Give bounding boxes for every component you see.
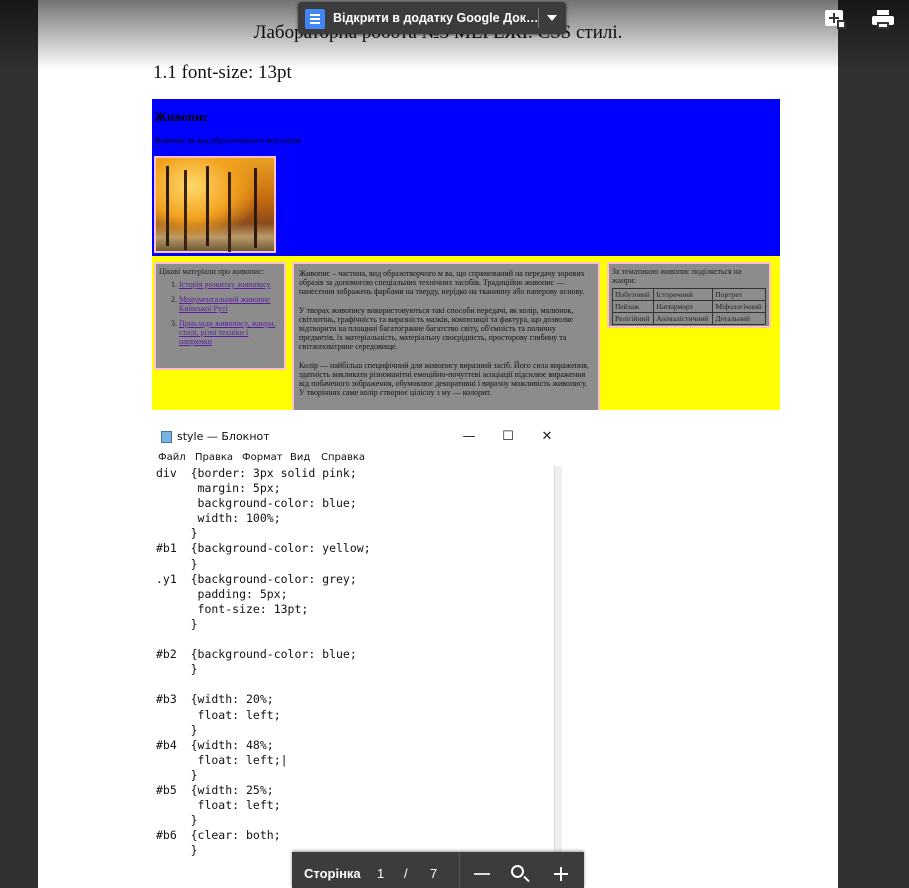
zoom-in-icon-vertical [560,867,562,881]
chevron-down-icon[interactable] [547,15,557,21]
link-monumental[interactable]: Монументальний живопис Київської Русі [179,295,270,313]
table-cell: Міфологічний [712,300,766,313]
rendered-left-block: Цікаві матеріали про живопис: Історія ро… [154,262,286,370]
close-button[interactable]: ✕ [532,427,562,447]
right-block-intro: За тематикою живопис поділяється на жанр… [612,267,742,285]
pdf-viewer: Лабораторна робота №3 МЕРЕЖІ. CSS стилі.… [0,0,909,888]
links-list: Історія розвитку живопису Монументальний… [159,280,281,346]
current-page-input[interactable]: 1 [377,866,384,881]
table-cell: Пейзаж [611,300,655,313]
table-cell: Портрет [712,288,766,301]
page-navigation: Сторінка 1 / 7 [292,852,584,888]
table-cell: Анімалістичний [653,312,714,325]
page-label: Сторінка [304,866,361,881]
menu-edit[interactable]: Правка [195,452,233,463]
zoom-out-icon[interactable] [474,873,490,875]
genres-table: Побутовий Історичний Портрет Пейзаж Натю… [611,288,766,325]
menu-format[interactable]: Формат [242,452,283,463]
google-docs-icon [305,9,325,29]
table-row: Релігійний Анімалістичний Детальний [611,312,766,325]
notepad-screenshot: style — Блокнот — ☐ ✕ Файл Правка Формат… [148,424,562,888]
rendered-center-block: Живопис – частина, вид образотворчого м … [292,262,600,410]
menu-file[interactable]: Файл [158,452,186,463]
zoom-icon[interactable] [511,865,524,878]
link-history[interactable]: Історія розвитку живопису [179,280,271,289]
maximize-button[interactable]: ☐ [493,427,523,447]
open-in-google-docs-button[interactable]: Відкрити в додатку Google Док… [298,2,566,34]
rendered-lead: Живопис як вид образотворчого мистецтва [154,136,301,145]
notepad-titlebar: style — Блокнот — ☐ ✕ [148,424,562,450]
total-pages: 7 [430,866,438,881]
paragraph: Колір — найбільш специфічний для живопис… [299,361,589,397]
rendered-header-block: Живопис Живопис як вид образотворчого ми… [152,99,780,256]
autumn-painting-image [154,156,276,253]
document-subtitle: 1.1 font-size: 13pt [153,62,292,83]
divider [538,8,539,28]
table-row: Побутовий Історичний Портрет [611,288,766,301]
table-row: Пейзаж Натюрморт Міфологічний [611,300,766,313]
rendered-page-screenshot: Живопис Живопис як вид образотворчого ми… [152,99,780,410]
rendered-right-block: За тематикою живопис поділяється на жанр… [607,262,771,328]
notepad-icon [161,431,172,443]
paragraph: Живопис – частина, вид образотворчого м … [299,269,585,296]
open-button-label: Відкрити в додатку Google Док… [333,11,539,25]
table-cell: Історичний [653,288,714,301]
paragraph: У творах живопису використовуються такі … [299,306,574,351]
link-examples[interactable]: Приклади живопису, жанри, стилі, різні т… [179,319,275,346]
notepad-scrollbar[interactable] [554,466,562,888]
notepad-code-text[interactable]: div {border: 3px solid pink; margin: 5px… [148,466,554,888]
table-cell: Натюрморт [653,300,714,313]
page-separator: / [404,866,408,881]
left-block-intro: Цікаві матеріали про живопис: [159,267,264,276]
rendered-heading: Живопис [154,109,209,124]
add-to-drive-icon[interactable] [825,10,847,30]
table-cell: Побутовий [611,288,655,301]
print-icon[interactable] [872,10,894,30]
notepad-menubar: Файл Правка Формат Вид Справка [148,450,562,466]
notepad-title: style — Блокнот [177,430,270,443]
divider [459,852,460,888]
menu-help[interactable]: Справка [321,452,365,463]
menu-view[interactable]: Вид [290,452,310,463]
minimize-button[interactable]: — [454,427,484,447]
table-cell: Детальний [712,312,766,325]
list-item: Історія розвитку живопису [179,280,281,289]
list-item: Монументальний живопис Київської Русі [179,295,281,313]
table-cell: Релігійний [611,312,655,325]
list-item: Приклади живопису, жанри, стилі, різні т… [179,319,281,346]
